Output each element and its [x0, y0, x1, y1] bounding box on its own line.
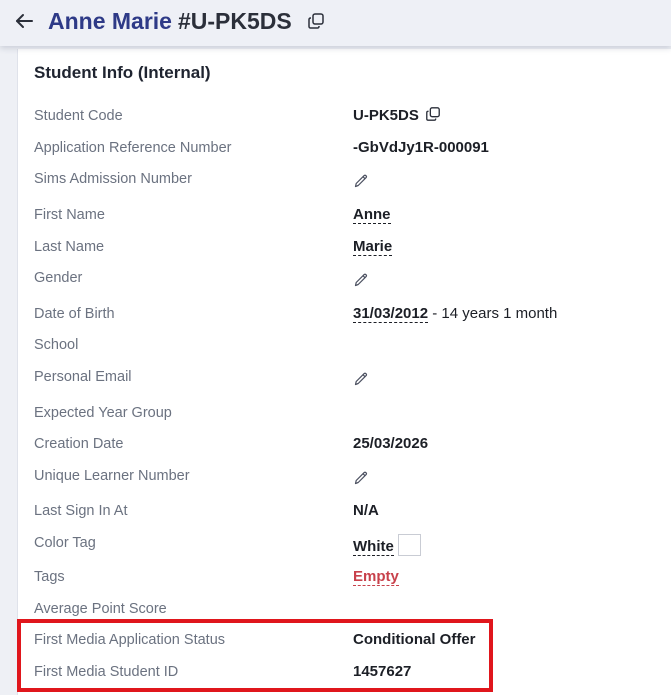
row-color-tag: Color Tag White — [18, 533, 671, 557]
row-expected-year-group: Expected Year Group — [18, 403, 671, 427]
field-label: Gender — [34, 270, 83, 286]
row-sims-admission: Sims Admission Number — [18, 169, 671, 193]
copy-icon[interactable] — [307, 12, 325, 30]
field-label: Tags — [34, 569, 65, 585]
page-header: Anne Marie #U-PK5DS — [0, 0, 671, 46]
field-label: School — [34, 337, 79, 353]
field-label: Personal Email — [34, 369, 132, 385]
student-code-text: U-PK5DS — [353, 107, 419, 124]
pencil-icon[interactable] — [353, 272, 369, 288]
last-sign-in-value: N/A — [353, 502, 379, 519]
tags-wrap: Empty — [353, 567, 399, 587]
row-unique-learner-number: Unique Learner Number — [18, 466, 671, 490]
row-first-media-status: First Media Application Status Condition… — [18, 630, 671, 654]
field-label: Expected Year Group — [34, 405, 172, 421]
field-label: Average Point Score — [34, 601, 167, 617]
age-text: - 14 years 1 month — [428, 305, 558, 322]
pencil-icon[interactable] — [353, 173, 369, 189]
application-ref-value: -GbVdJy1R-000091 — [353, 139, 489, 156]
field-label: First Media Student ID — [34, 664, 179, 680]
dob-wrap: 31/03/2012 - 14 years 1 month — [353, 304, 557, 324]
field-label: Date of Birth — [34, 306, 115, 322]
page-title: Anne Marie #U-PK5DS — [48, 8, 292, 34]
student-info-card: Student Info (Internal) Student Code U-P… — [17, 49, 671, 695]
row-student-code: Student Code U-PK5DS — [18, 106, 671, 130]
field-label: Last Sign In At — [34, 503, 128, 519]
tags-value[interactable]: Empty — [353, 568, 399, 586]
student-code-heading: #U-PK5DS — [177, 8, 292, 34]
field-label: First Name — [34, 207, 105, 223]
pencil-icon[interactable] — [353, 371, 369, 387]
field-label: Application Reference Number — [34, 140, 232, 156]
color-tag-value[interactable]: White — [353, 537, 394, 556]
row-last-name: Last Name Marie — [18, 237, 671, 261]
row-tags: Tags Empty — [18, 567, 671, 591]
row-school: School — [18, 335, 671, 359]
student-code-value: U-PK5DS — [353, 106, 441, 126]
field-label: Color Tag — [34, 535, 96, 551]
first-media-student-id-value: 1457627 — [353, 663, 412, 680]
row-first-name: First Name Anne — [18, 205, 671, 229]
last-name-wrap: Marie — [353, 237, 393, 257]
last-name-value[interactable]: Marie — [353, 238, 393, 256]
color-tag-wrap: White — [353, 534, 421, 558]
first-media-status-value: Conditional Offer — [353, 631, 476, 648]
student-name: Anne Marie — [48, 8, 172, 34]
field-label: Last Name — [34, 239, 105, 255]
field-label: Sims Admission Number — [34, 171, 192, 187]
arrow-left-icon[interactable] — [12, 9, 36, 33]
first-name-wrap: Anne — [353, 205, 391, 225]
field-label: Unique Learner Number — [34, 468, 190, 484]
row-date-of-birth: Date of Birth 31/03/2012 - 14 years 1 mo… — [18, 304, 671, 328]
color-swatch[interactable] — [397, 534, 421, 556]
section-title: Student Info (Internal) — [34, 63, 211, 82]
copy-icon[interactable] — [425, 106, 441, 122]
field-label: First Media Application Status — [34, 632, 226, 648]
row-creation-date: Creation Date 25/03/2026 — [18, 434, 671, 458]
row-personal-email: Personal Email — [18, 367, 671, 391]
pencil-icon[interactable] — [353, 470, 369, 486]
row-gender: Gender — [18, 268, 671, 292]
creation-date-value: 25/03/2026 — [353, 435, 429, 452]
first-name-value[interactable]: Anne — [353, 206, 391, 224]
dob-value[interactable]: 31/03/2012 — [353, 305, 429, 323]
field-label: Creation Date — [34, 436, 124, 452]
row-average-point-score: Average Point Score — [18, 599, 671, 623]
row-last-sign-in: Last Sign In At N/A — [18, 501, 671, 525]
field-label: Student Code — [34, 108, 123, 124]
row-first-media-student-id: First Media Student ID 1457627 — [18, 662, 671, 686]
row-application-ref: Application Reference Number -GbVdJy1R-0… — [18, 138, 671, 162]
